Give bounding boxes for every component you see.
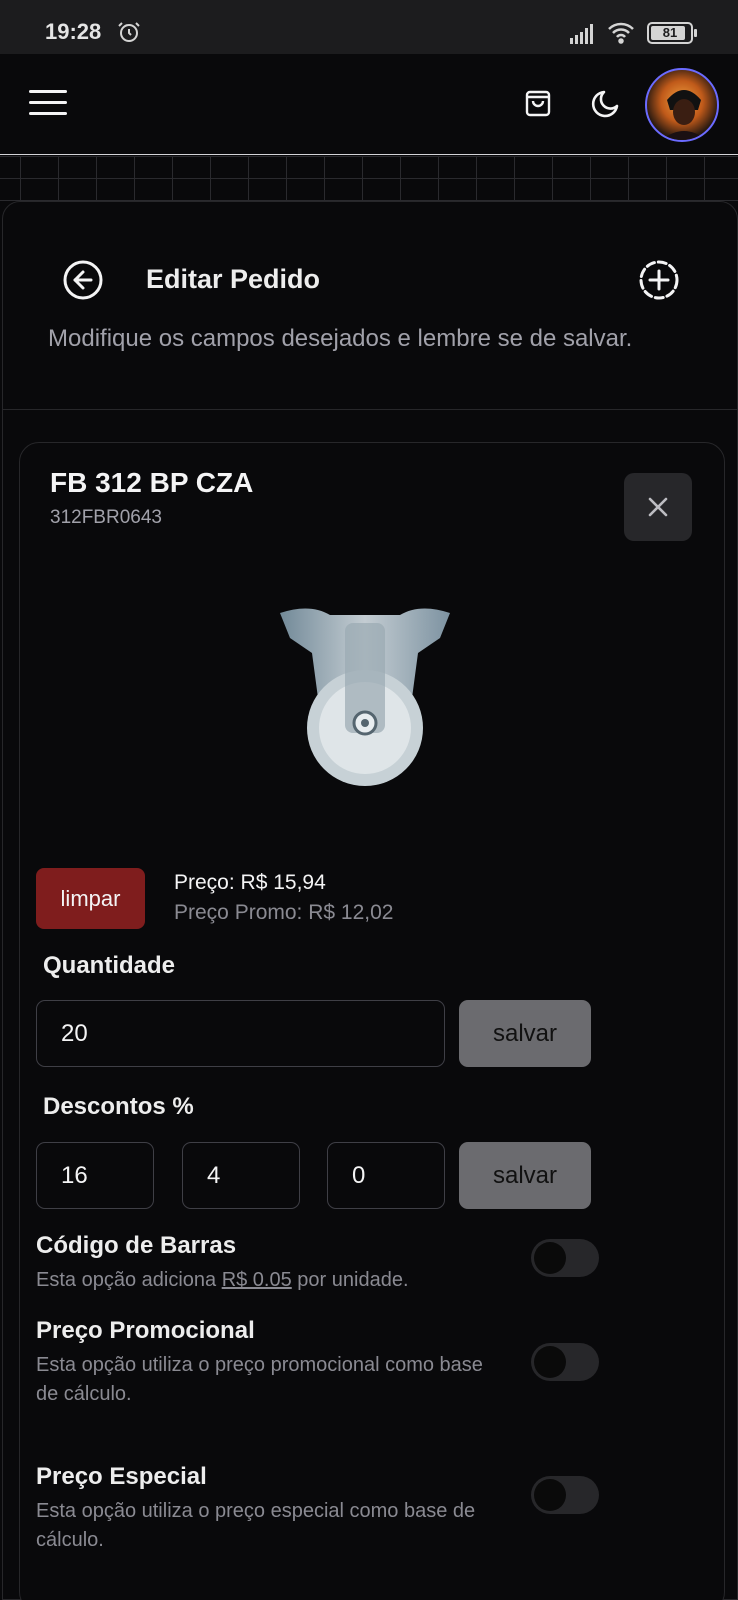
quantity-label: Quantidade <box>43 952 176 979</box>
app-header <box>0 54 738 155</box>
status-time: 19:28 <box>45 19 102 44</box>
product-code: 312FBR0643 <box>50 507 162 528</box>
price-label: Preço: R$ 15,94 <box>174 871 326 894</box>
edit-order-panel: Editar Pedido Modifique os campos deseja… <box>2 201 738 1600</box>
discounts-label: Descontos % <box>43 1093 194 1120</box>
back-arrow-icon[interactable] <box>61 258 105 302</box>
alarm-icon <box>118 22 140 42</box>
barcode-desc-suffix: por unidade. <box>291 1269 409 1291</box>
product-image <box>280 608 450 786</box>
special-price-toggle[interactable] <box>531 1476 599 1514</box>
special-price-option-title: Preço Especial <box>36 1463 207 1490</box>
promo-price-option-title: Preço Promocional <box>36 1317 255 1344</box>
promo-price-label: Preço Promo: R$ 12,02 <box>174 901 394 924</box>
shopping-bag-icon[interactable] <box>522 87 554 119</box>
remove-product-button[interactable] <box>624 473 692 541</box>
save-quantity-button[interactable]: salvar <box>459 1000 591 1067</box>
grid-background <box>0 156 738 206</box>
barcode-option-desc: Esta opção adiciona R$ 0.05 por unidade. <box>36 1266 506 1295</box>
quantity-input[interactable]: 20 <box>36 1000 445 1067</box>
promo-price-option-desc: Esta opção utiliza o preço promocional c… <box>36 1354 483 1405</box>
page-subtitle: Modifique os campos desejados e lembre s… <box>48 325 633 352</box>
battery-level: 81 <box>662 25 678 40</box>
wifi-icon <box>608 22 634 44</box>
discount-input-3[interactable]: 0 <box>327 1142 445 1209</box>
discount-input-2[interactable]: 4 <box>182 1142 300 1209</box>
status-bar: 19:28 81 <box>0 0 738 54</box>
battery-icon: 81 <box>647 22 697 44</box>
add-circle-icon[interactable] <box>637 258 681 302</box>
barcode-toggle[interactable] <box>531 1239 599 1277</box>
divider <box>3 409 737 410</box>
hamburger-icon[interactable] <box>29 84 69 120</box>
barcode-desc-price: R$ 0.05 <box>221 1269 292 1291</box>
barcode-desc-prefix: Esta opção adiciona <box>36 1269 222 1291</box>
product-card: FB 312 BP CZA 312FBR0643 limpar Preço: R… <box>19 442 725 1600</box>
save-discounts-button[interactable]: salvar <box>459 1142 591 1209</box>
product-name: FB 312 BP CZA <box>50 467 254 498</box>
avatar[interactable] <box>645 68 719 142</box>
signal-icon <box>570 24 593 44</box>
moon-icon[interactable] <box>590 86 624 120</box>
promo-price-toggle[interactable] <box>531 1343 599 1381</box>
special-price-option-desc: Esta opção utiliza o preço especial como… <box>36 1500 476 1551</box>
avatar-image <box>661 90 707 140</box>
barcode-option-title: Código de Barras <box>36 1232 237 1259</box>
clear-button[interactable]: limpar <box>36 868 145 929</box>
close-icon <box>648 497 668 517</box>
page-title: Editar Pedido <box>146 264 321 294</box>
discount-input-1[interactable]: 16 <box>36 1142 154 1209</box>
